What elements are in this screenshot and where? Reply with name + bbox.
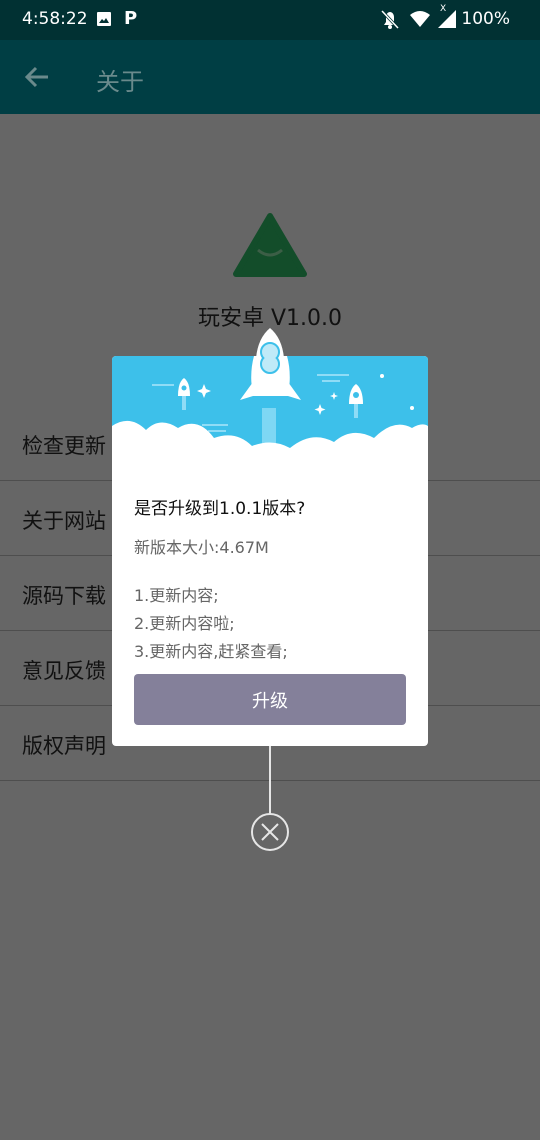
menu-item-label: 源码下载 — [22, 584, 106, 608]
signal-x-label: X — [440, 4, 447, 14]
changelog-line: 3.更新内容,赶紧查看; — [134, 642, 288, 661]
upgrade-button[interactable]: 升级 — [134, 674, 406, 725]
status-icons — [380, 9, 456, 30]
status-time: 4:58:22 — [22, 9, 88, 29]
wifi-icon — [410, 11, 430, 27]
update-dialog: 是否升级到1.0.1版本? 新版本大小:4.67M 1.更新内容; 2.更新内容… — [112, 356, 428, 746]
mute-bell-icon — [380, 9, 400, 30]
app-toolbar: 关于 — [0, 40, 540, 114]
page-title: 关于 — [96, 68, 144, 96]
app-logo — [233, 213, 307, 277]
close-icon[interactable] — [250, 812, 290, 852]
changelog-line: 1.更新内容; — [134, 586, 219, 605]
menu-item-label: 意见反馈 — [22, 659, 106, 683]
menu-item-label: 检查更新 — [22, 434, 106, 458]
menu-item-label: 版权声明 — [22, 734, 106, 758]
menu-item-label: 关于网站 — [22, 509, 106, 533]
dialog-title: 是否升级到1.0.1版本? — [134, 499, 306, 519]
changelog-line: 2.更新内容啦; — [134, 614, 235, 633]
parking-notification-icon: P — [124, 8, 138, 29]
image-notification-icon — [97, 12, 111, 26]
back-arrow-icon[interactable] — [24, 64, 50, 90]
rocket-nose — [256, 328, 284, 358]
close-connector-line — [269, 746, 271, 814]
status-bar: 4:58:22 P X 100% — [0, 0, 540, 40]
new-version-size: 新版本大小:4.67M — [134, 538, 269, 557]
battery-percent: 100% — [461, 9, 510, 29]
rocket-banner-illustration — [112, 356, 428, 474]
